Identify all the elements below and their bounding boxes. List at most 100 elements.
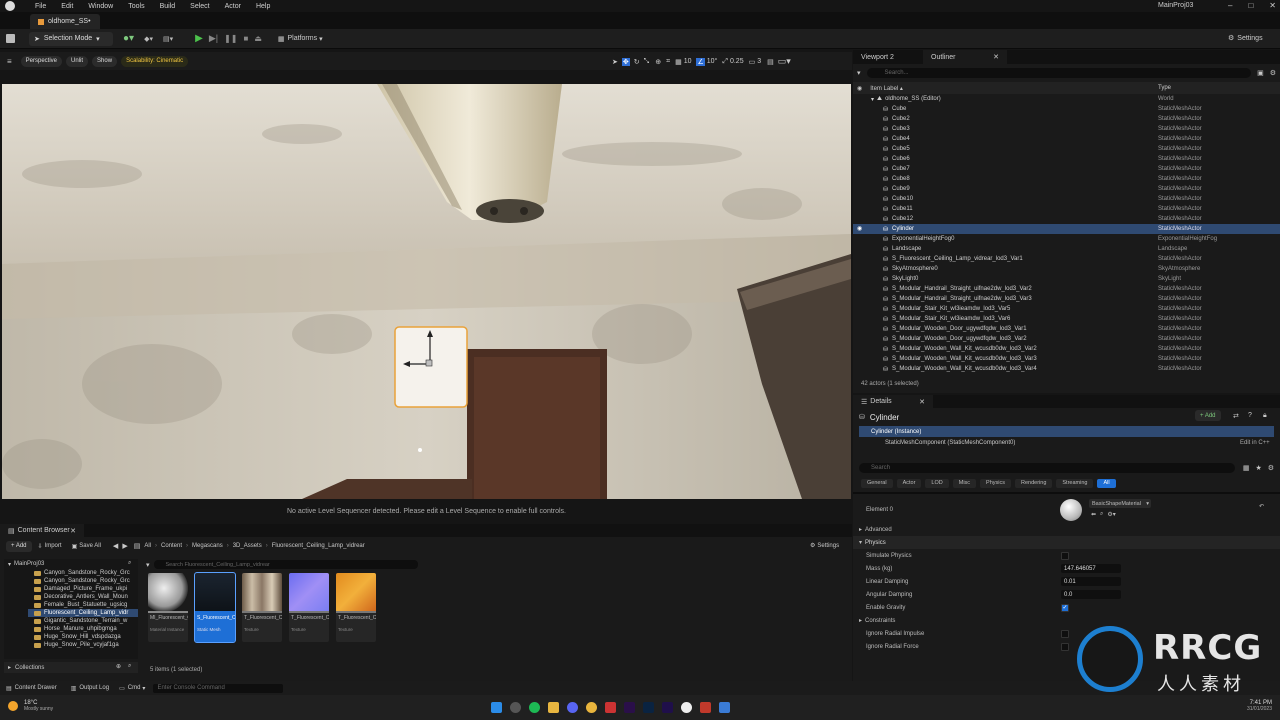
- item-label-header[interactable]: Item Label ▴: [870, 85, 903, 92]
- unreal-logo-icon[interactable]: [5, 1, 15, 11]
- step-icon[interactable]: ▶|: [209, 33, 218, 44]
- folder-item[interactable]: Gigantic_Sandstone_Terrain_w: [28, 617, 138, 625]
- translate-icon[interactable]: ✥: [621, 57, 630, 66]
- outliner-row[interactable]: ⛁ Cube9 StaticMeshActor: [853, 184, 1280, 194]
- material-dropdown[interactable]: BasicShapeMaterial ▾: [1089, 499, 1151, 508]
- filter-tab-streaming[interactable]: Streaming: [1056, 478, 1094, 488]
- cmd-dropdown[interactable]: ▭ Cmd ▾: [119, 685, 145, 692]
- asset-tile[interactable]: S_Fluorescent_Ceiling_Lamp... Static Mesh: [194, 572, 236, 643]
- more-icon[interactable]: ⚙▾: [1107, 511, 1115, 518]
- angle-snap-icon[interactable]: ∠: [696, 57, 705, 66]
- search-icon[interactable]: ⌕: [128, 663, 131, 670]
- outliner-row[interactable]: ⛁ S_Modular_Handrail_Straight_uifnae2dw_l…: [853, 284, 1280, 294]
- cb-settings-button[interactable]: ⚙ Settings: [810, 542, 839, 550]
- scale-icon[interactable]: ⤡: [644, 58, 650, 66]
- folder-item[interactable]: Decorative_Antlers_Wall_Moun: [28, 593, 138, 601]
- outliner-row[interactable]: ⛁ Landscape Landscape: [853, 244, 1280, 254]
- unlit-button[interactable]: Unlit: [66, 55, 89, 67]
- add-collection-icon[interactable]: ⊕: [116, 663, 121, 670]
- reset-icon[interactable]: ↶: [1259, 503, 1264, 510]
- outliner-row[interactable]: ⛁ SkyLight0 SkyLight: [853, 274, 1280, 284]
- premiere-icon[interactable]: [624, 702, 635, 713]
- filter-icon[interactable]: ▾: [857, 69, 861, 77]
- explorer-icon[interactable]: [548, 702, 559, 713]
- field-value[interactable]: 0.01: [1061, 577, 1121, 586]
- details-search-input[interactable]: Search: [859, 463, 1235, 473]
- star-icon[interactable]: ★: [1255, 464, 1261, 472]
- after-effects-icon[interactable]: [662, 702, 673, 713]
- play-button[interactable]: ▶: [195, 33, 203, 44]
- outliner-row[interactable]: ⛁ Cube12 StaticMeshActor: [853, 214, 1280, 224]
- console-input[interactable]: Enter Console Command: [153, 683, 284, 693]
- folder-item[interactable]: Huge_Snow_Hill_vdspdazga: [28, 633, 138, 641]
- menu-help[interactable]: Help: [256, 3, 270, 10]
- asset-tile[interactable]: T_Fluorescent_Ceiling_Lamp... Texture: [289, 573, 329, 642]
- outliner-row[interactable]: ⛁ S_Modular_Wooden_Wall_Kit_wcusdb0dw_lod…: [853, 364, 1280, 374]
- browse-icon[interactable]: ⬅: [1091, 511, 1096, 518]
- scale-value[interactable]: 0.25: [730, 58, 744, 65]
- outliner-row[interactable]: ⛁ S_Modular_Wooden_Wall_Kit_wcusdb0dw_lod…: [853, 344, 1280, 354]
- asset-tile[interactable]: MI_Fluorescent_Ceiling_Lamp... Material I…: [148, 573, 188, 642]
- advanced-section[interactable]: ▸ Advanced: [853, 523, 1280, 536]
- folder-item[interactable]: Horse_Manure_uhpibgmga: [28, 625, 138, 633]
- close-icon[interactable]: ✕: [919, 398, 925, 406]
- menu-tools[interactable]: Tools: [128, 3, 144, 10]
- outliner-row[interactable]: ⛁ S_Modular_Handrail_Straight_uifnae2dw_l…: [853, 294, 1280, 304]
- tab-outliner[interactable]: Outliner ✕: [923, 50, 1007, 64]
- selection-mode-button[interactable]: ➤ Selection Mode ▾: [29, 31, 113, 46]
- level-viewport[interactable]: [2, 84, 851, 499]
- viewport-options-icon[interactable]: ▭▾: [778, 56, 791, 67]
- tab-viewport-2[interactable]: Viewport 2: [853, 50, 923, 64]
- angle-value[interactable]: 10°: [707, 58, 718, 65]
- maximize-icon[interactable]: □: [1248, 1, 1253, 10]
- filter-icon[interactable]: ▾: [146, 561, 150, 569]
- layout-icon[interactable]: ▤: [767, 58, 774, 66]
- save-all-button[interactable]: ▣ Save All: [72, 543, 101, 550]
- physics-section[interactable]: ▾ Physics: [853, 536, 1280, 549]
- close-icon[interactable]: ✕: [70, 527, 76, 535]
- grid-snap-icon[interactable]: ▦: [675, 58, 682, 66]
- surface-snap-icon[interactable]: ⌗: [666, 58, 670, 66]
- outliner-row[interactable]: ⛁ ExponentialHeightFog0 ExponentialHeightF…: [853, 234, 1280, 244]
- material-thumbnail[interactable]: [1060, 499, 1082, 521]
- outliner-row[interactable]: ⛁ Cube4 StaticMeshActor: [853, 134, 1280, 144]
- outliner-search-input[interactable]: Search...: [866, 68, 1252, 78]
- outliner-row[interactable]: ⛁ S_Modular_Wooden_Door_ugywdfqdw_lod3_Va…: [853, 334, 1280, 344]
- outliner-row[interactable]: ⛁ Cube10 StaticMeshActor: [853, 194, 1280, 204]
- close-icon[interactable]: ✕: [993, 53, 999, 61]
- menu-actor[interactable]: Actor: [225, 3, 241, 10]
- photoshop-icon[interactable]: [643, 702, 654, 713]
- outliner-row[interactable]: ⛁ S_Fluorescent_Ceiling_Lamp_vidrear_lod3…: [853, 254, 1280, 264]
- outliner-row[interactable]: ⛁ Cube5 StaticMeshActor: [853, 144, 1280, 154]
- tree-root[interactable]: ▾ MainProj03 ⌕: [4, 559, 138, 569]
- pause-icon[interactable]: ❚❚: [224, 34, 237, 43]
- menu-select[interactable]: Select: [190, 3, 209, 10]
- edit-cpp-link[interactable]: Edit in C++: [1240, 440, 1270, 446]
- scalability-button[interactable]: Scalability: Cinematic: [121, 55, 189, 67]
- eye-icon[interactable]: ◉: [857, 225, 862, 232]
- davinci-icon[interactable]: [605, 702, 616, 713]
- add-actor-icon[interactable]: ●▾: [123, 33, 134, 44]
- outliner-row[interactable]: ⛁ Cube6 StaticMeshActor: [853, 154, 1280, 164]
- close-icon[interactable]: ✕: [1269, 1, 1276, 10]
- checkbox[interactable]: [1061, 642, 1069, 651]
- gear-icon[interactable]: ⚙: [1270, 69, 1276, 77]
- breadcrumb-item[interactable]: Content: [161, 543, 182, 549]
- grid-view-icon[interactable]: ▦: [1243, 464, 1250, 472]
- gear-icon[interactable]: ⚙: [1268, 464, 1274, 472]
- folder-item[interactable]: Female_Bust_Statuette_ugsicg: [28, 601, 138, 609]
- stop-icon[interactable]: ■: [243, 34, 248, 43]
- menu-edit[interactable]: Edit: [61, 3, 73, 10]
- outliner-row[interactable]: ⛁ S_Modular_Wooden_Wall_Kit_wcusdb0dw_lod…: [853, 354, 1280, 364]
- unreal-icon[interactable]: [681, 702, 692, 713]
- asset-tile[interactable]: T_Fluorescent_Ceiling_Lamp... Texture: [242, 573, 282, 642]
- chevron-right-icon[interactable]: ▸: [859, 617, 862, 624]
- type-header[interactable]: Type: [1158, 85, 1171, 91]
- folder-item[interactable]: Fluorescent_Ceiling_Lamp_vidr: [28, 609, 138, 617]
- filter-tab-rendering[interactable]: Rendering: [1015, 478, 1053, 488]
- blueprint-icon[interactable]: ◆▾: [144, 35, 153, 43]
- filter-tab-general[interactable]: General: [861, 478, 893, 488]
- breadcrumb-item[interactable]: Fluorescent_Ceiling_Lamp_vidrear: [272, 543, 365, 549]
- start-icon[interactable]: [491, 702, 502, 713]
- folder-item[interactable]: Canyon_Sandstone_Rocky_Grc: [28, 577, 138, 585]
